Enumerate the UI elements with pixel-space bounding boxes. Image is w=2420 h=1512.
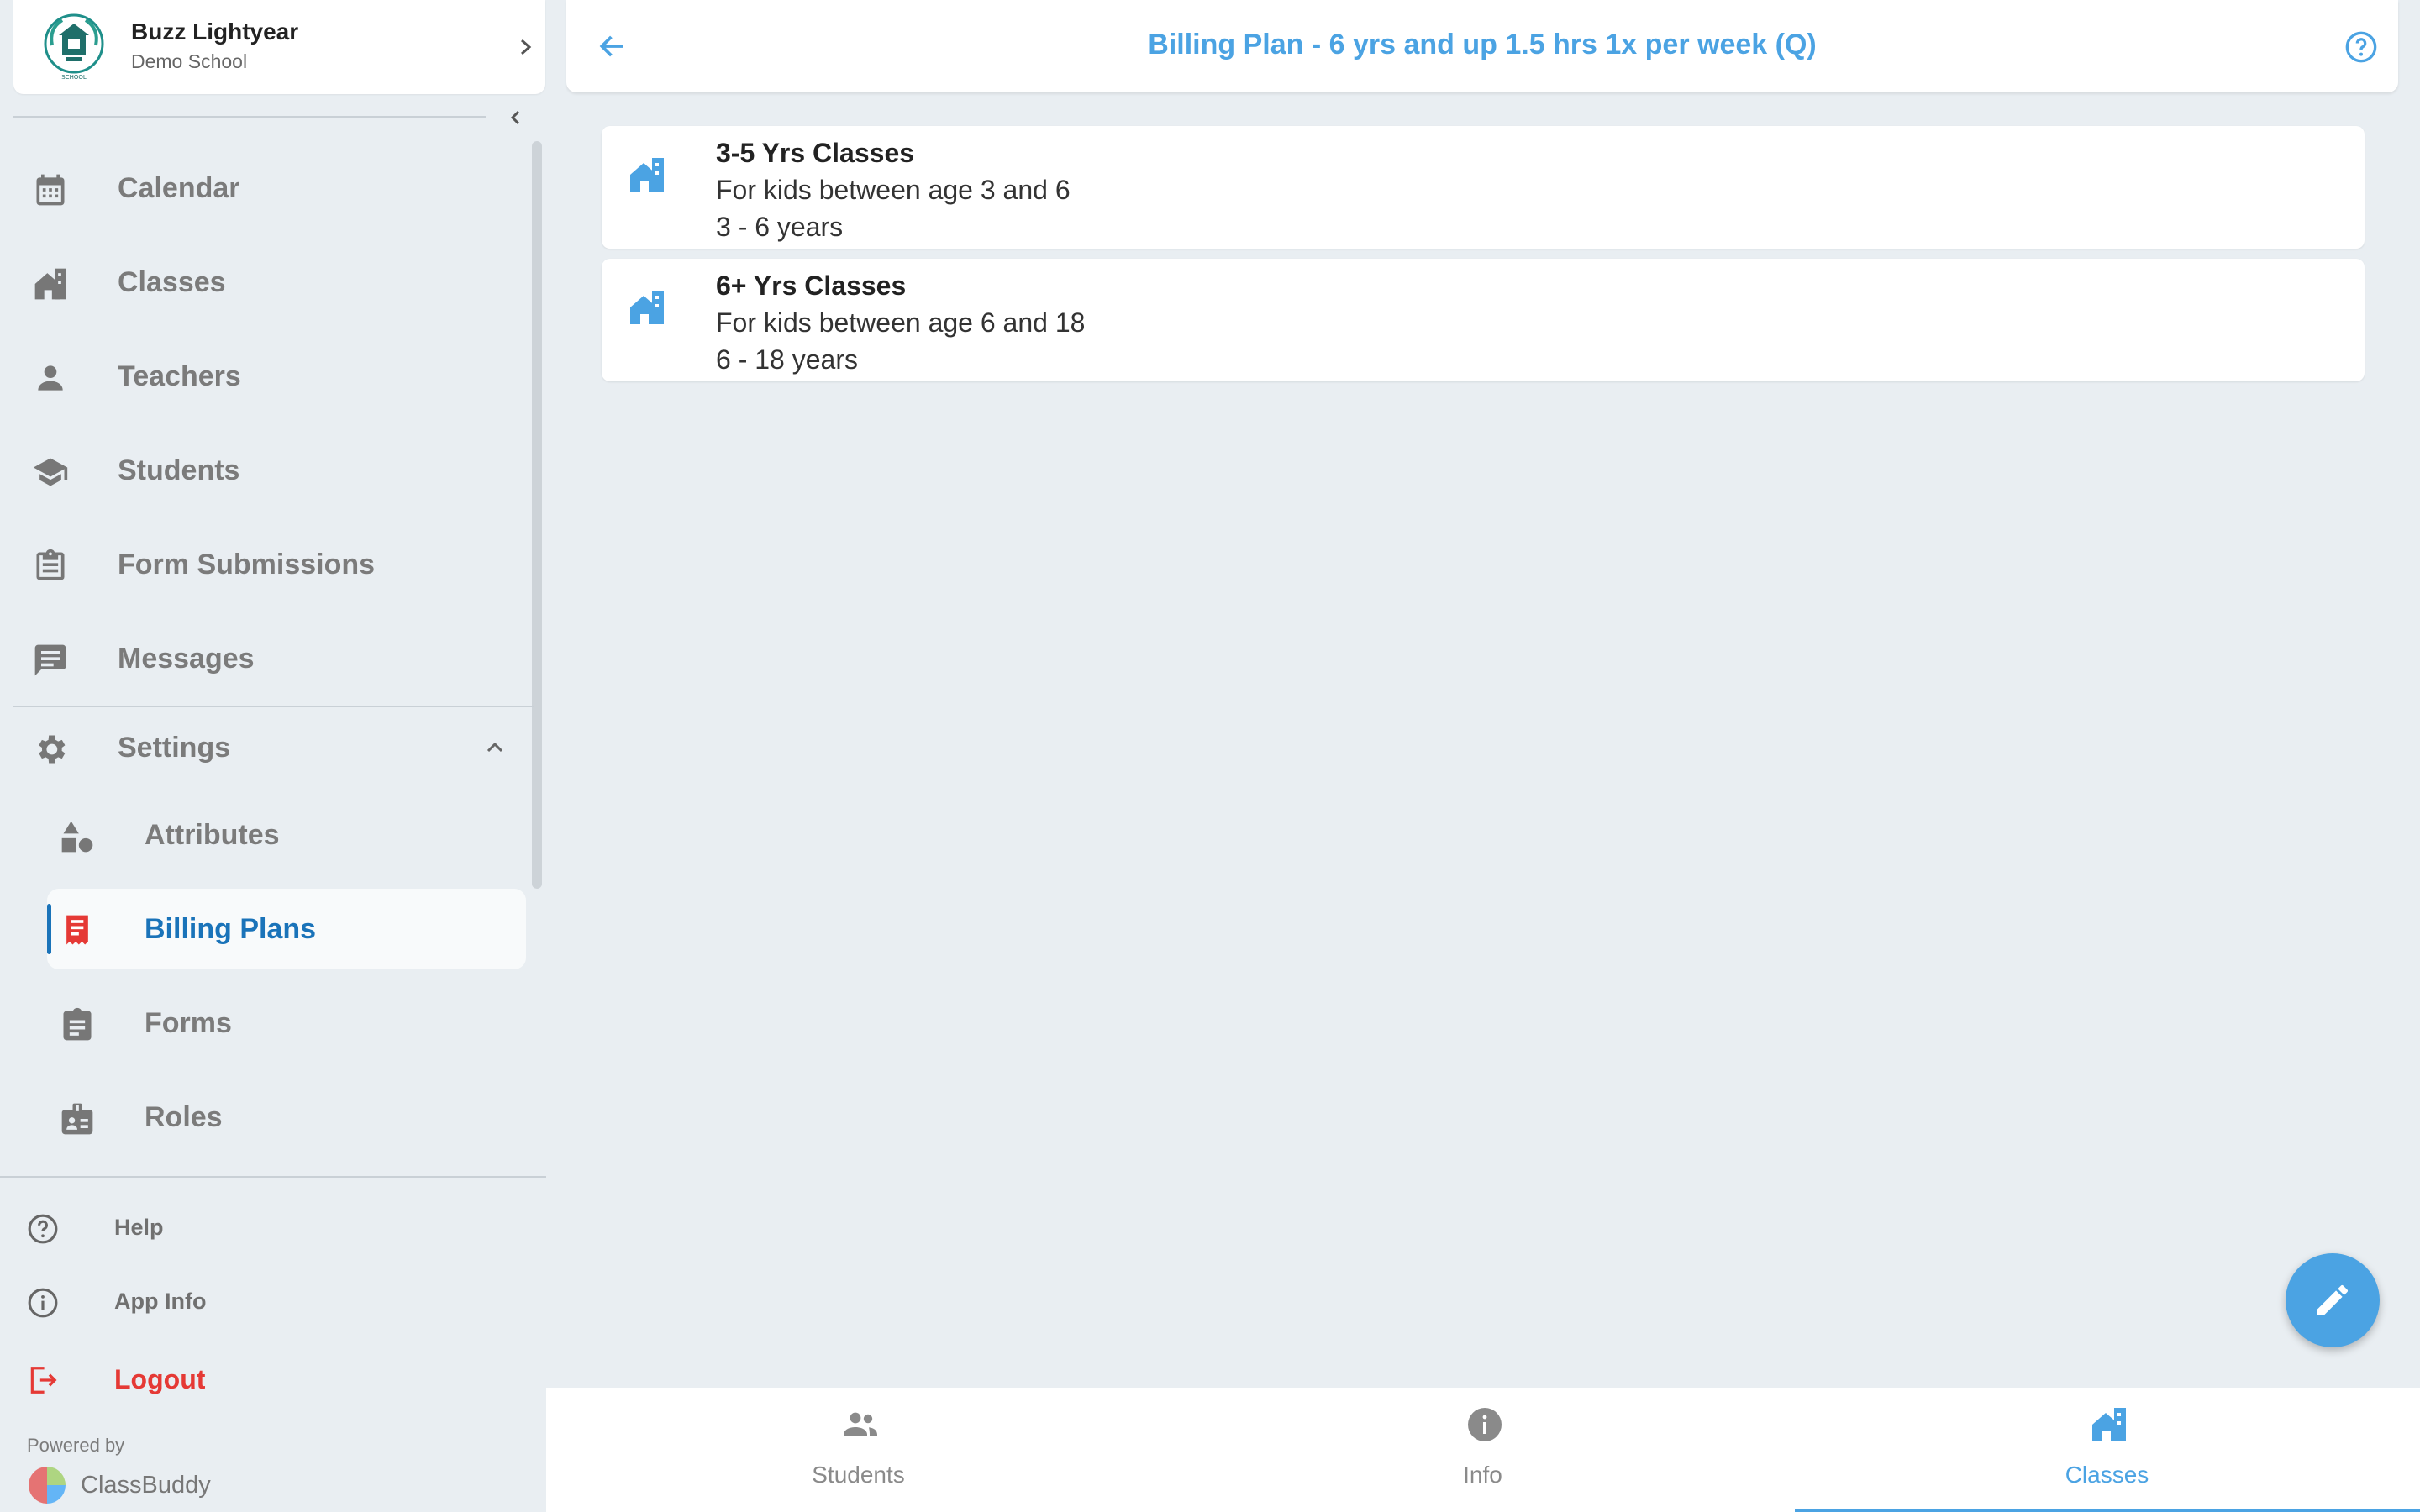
sidebar-item-forms[interactable]: Forms [25,998,529,1048]
divider [13,116,486,118]
brand-name: ClassBuddy [81,1472,211,1499]
class-age-range: 3 - 6 years [716,212,844,242]
sidebar-item-label: Calendar [118,171,240,204]
footer-item-label: App Info [114,1289,207,1314]
school-logo: SCHOOL [44,13,104,81]
pencil-icon [2317,1284,2348,1315]
help-circle-icon [28,1214,58,1244]
info-icon [1468,1408,1502,1441]
sidebar-item-classes[interactable]: Classes [25,257,529,307]
sidebar-item-label: Roles [145,1100,223,1133]
sidebar-item-form-submissions[interactable]: Form Submissions [25,539,529,590]
bottom-nav: Students Info Classes [546,1388,2420,1512]
sidebar: SCHOOL Buzz Lightyear Demo School Calend… [0,0,546,1512]
footer-item-label: Help [114,1215,164,1240]
calendar-icon [36,174,65,206]
sidebar-item-label: Form Submissions [118,548,376,580]
sidebar-item-roles[interactable]: Roles [25,1092,529,1142]
sidebar-item-label: Attributes [145,818,280,851]
class-card[interactable]: 6+ Yrs Classes For kids between age 6 an… [602,259,2365,381]
classbuddy-logo [29,1467,66,1504]
active-tab-indicator [1795,1509,2420,1512]
class-age-range: 6 - 18 years [716,344,858,375]
divider [0,1176,546,1178]
divider [13,706,534,707]
powered-by-label: Powered by [27,1435,125,1456]
class-card[interactable]: 3-5 Yrs Classes For kids between age 3 a… [602,126,2365,249]
chevron-up-icon[interactable] [482,736,508,759]
profile-name: Buzz Lightyear [131,18,299,45]
tab-classes[interactable]: Classes [1795,1388,2419,1512]
tab-info[interactable]: Info [1171,1388,1795,1512]
classes-icon [630,158,664,192]
sidebar-item-label: Messages [118,642,255,675]
classes-icon [630,291,664,324]
info-circle-icon [28,1288,58,1318]
sidebar-item-attributes[interactable]: Attributes [25,810,529,860]
sidebar-item-calendar[interactable]: Calendar [25,163,529,213]
sidebar-item-messages[interactable]: Messages [25,633,529,684]
edit-button[interactable] [2286,1253,2380,1347]
sidebar-item-label: Settings [118,731,231,764]
tab-label: Students [812,1462,905,1488]
shapes-icon [61,821,93,853]
footer-item-help[interactable]: Help [25,1208,445,1250]
tab-label: Classes [2065,1462,2149,1488]
id-badge-icon [61,1103,93,1135]
clipboard-list-icon [36,549,65,580]
tab-label: Info [1463,1462,1502,1488]
collapse-sidebar-icon[interactable] [504,106,528,129]
footer-item-app-info[interactable]: App Info [25,1282,445,1324]
footer-item-label: Logout [114,1364,206,1394]
classes-icon [34,268,66,300]
class-description: For kids between age 3 and 6 [716,175,1071,205]
class-description: For kids between age 6 and 18 [716,307,1086,338]
gear-icon [39,735,66,764]
graduation-cap-icon [33,458,68,486]
page-title: Billing Plan - 6 yrs and up 1.5 hrs 1x p… [1148,29,1817,60]
sidebar-item-settings[interactable]: Settings [25,722,529,773]
receipt-icon [66,915,88,945]
sidebar-item-billing-plans[interactable]: Billing Plans [25,904,529,954]
sidebar-item-label: Teachers [118,360,241,392]
page-header: Billing Plan - 6 yrs and up 1.5 hrs 1x p… [566,0,2398,92]
footer-item-logout[interactable]: Logout [25,1359,445,1401]
class-name: 6+ Yrs Classes [716,270,907,301]
sidebar-scrollbar[interactable] [532,141,542,889]
class-name: 3-5 Yrs Classes [716,138,915,168]
sidebar-item-teachers[interactable]: Teachers [25,351,529,402]
classes-icon [2092,1408,2126,1441]
person-icon [38,365,63,391]
sidebar-item-students[interactable]: Students [25,445,529,496]
clipboard-icon [63,1007,92,1041]
logout-icon [30,1367,57,1394]
tab-students[interactable]: Students [546,1388,1171,1512]
chevron-right-icon[interactable] [514,34,538,60]
sidebar-item-label: Students [118,454,240,486]
sidebar-item-label: Forms [145,1006,232,1039]
group-icon [844,1412,877,1436]
profile-school: Demo School [131,50,248,72]
help-circle-icon[interactable] [2344,30,2378,64]
sidebar-item-label: Billing Plans [145,912,317,945]
message-icon [34,644,66,676]
svg-text:SCHOOL: SCHOOL [61,74,87,81]
sidebar-item-label: Classes [118,265,226,298]
profile-card[interactable]: SCHOOL Buzz Lightyear Demo School [13,0,545,94]
